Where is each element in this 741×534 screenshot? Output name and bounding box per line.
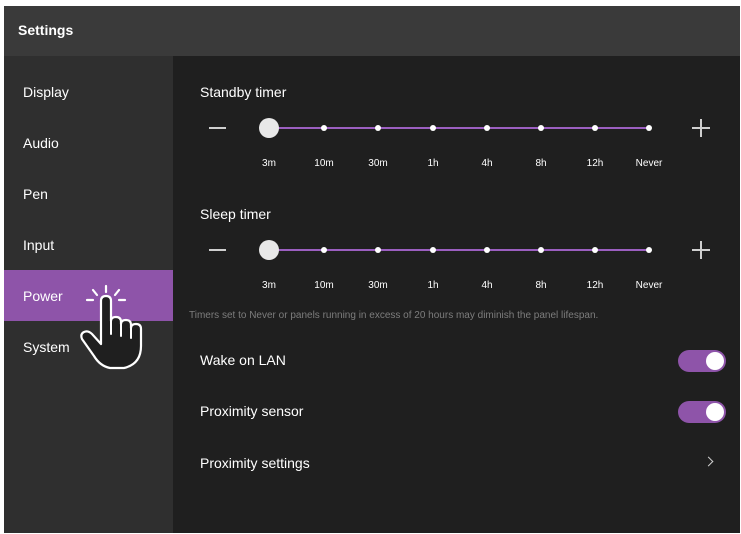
proximity-sensor-toggle[interactable] [678,401,726,423]
slider-tick-label: 1h [427,280,439,291]
standby-timer-title: Standby timer [200,84,287,100]
slider-thumb[interactable] [259,240,279,260]
slider-tick-label: Never [635,158,663,169]
slider-tick-label: 3m [262,158,276,169]
slider-step-dot[interactable] [430,125,436,131]
slider-step-dot[interactable] [484,247,490,253]
title-bar: Settings [4,6,740,56]
slider-step-dot[interactable] [646,125,652,131]
standby-decrease-button[interactable] [209,127,226,129]
slider-step-dot[interactable] [321,247,327,253]
window-title: Settings [18,22,74,38]
slider-tick-label: 1h [427,158,439,169]
slider-tick-label: 4h [481,158,493,169]
slider-tick-label: 12h [586,158,604,169]
standby-timer-slider: 3m 10m 30m 1h 4h 8h 12h Never [173,106,740,169]
sidebar-item-input[interactable]: Input [4,219,173,270]
power-settings-panel: Standby timer 3m 10m 30m 1h 4h 8h 12h Never Sle… [173,56,740,533]
sidebar-item-label: Display [23,83,69,100]
toggle-knob [706,403,724,421]
slider-step-dot[interactable] [538,125,544,131]
sleep-timer-slider: 3m 10m 30m 1h 4h 8h 12h Never [173,228,740,291]
proximity-settings-label: Proximity settings [200,455,310,471]
lifespan-note: Timers set to Never or panels running in… [189,310,599,321]
proximity-settings-row[interactable]: Proximity settings [173,441,740,487]
sidebar-item-label: Input [23,236,55,253]
slider-step-dot[interactable] [375,125,381,131]
slider-tick-label: 3m [262,280,276,291]
sidebar-item-pen[interactable]: Pen [4,168,173,219]
slider-step-dot[interactable] [592,247,598,253]
slider-tick-label: 30m [368,280,388,291]
slider-step-dot[interactable] [321,125,327,131]
sleep-decrease-button[interactable] [209,249,226,251]
proximity-sensor-label: Proximity sensor [200,403,304,419]
sidebar-item-audio[interactable]: Audio [4,117,173,168]
slider-step-dot[interactable] [538,247,544,253]
standby-increase-button[interactable] [692,119,710,137]
slider-tick-label: 12h [586,280,604,291]
sidebar-item-label: Audio [23,134,59,151]
slider-tick-label: 30m [368,158,388,169]
slider-tick-label: 10m [314,280,334,291]
slider-tick-label: Never [635,280,663,291]
slider-step-dot[interactable] [430,247,436,253]
slider-step-dot[interactable] [484,125,490,131]
slider-tick-label: 10m [314,158,334,169]
settings-window: Settings Display Audio Pen Input Power S… [4,6,740,533]
sleep-timer-title: Sleep timer [200,206,271,222]
toggle-knob [706,352,724,370]
slider-tick-label: 8h [535,280,547,291]
slider-step-dot[interactable] [592,125,598,131]
sidebar-item-display[interactable]: Display [4,66,173,117]
sidebar-item-label: System [23,338,70,355]
sleep-increase-button[interactable] [692,241,710,259]
wake-on-lan-label: Wake on LAN [200,352,286,368]
tap-hand-icon [80,284,143,370]
slider-step-dot[interactable] [646,247,652,253]
wake-on-lan-toggle[interactable] [678,350,726,372]
sidebar-item-label: Power [23,287,63,304]
sidebar-item-label: Pen [23,185,48,202]
slider-step-dot[interactable] [375,247,381,253]
slider-thumb[interactable] [259,118,279,138]
chevron-right-icon [703,456,714,467]
slider-tick-label: 4h [481,280,493,291]
slider-tick-label: 8h [535,158,547,169]
